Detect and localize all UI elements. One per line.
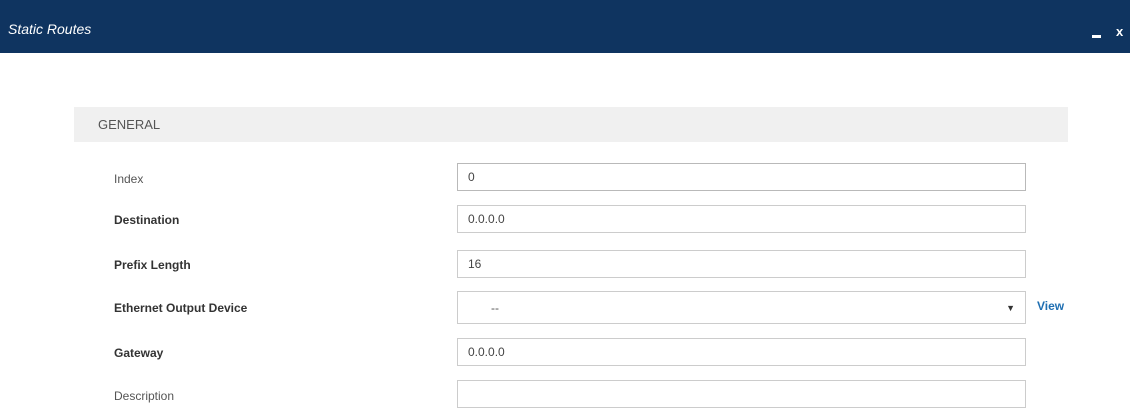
- ethernet-output-device-label: Ethernet Output Device: [114, 301, 248, 315]
- section-title: GENERAL: [98, 117, 161, 132]
- index-input[interactable]: [457, 163, 1026, 191]
- close-button[interactable]: x: [1116, 24, 1123, 40]
- destination-input[interactable]: [457, 205, 1026, 233]
- section-header-general: GENERAL: [74, 107, 1068, 142]
- prefix-length-label: Prefix Length: [114, 258, 191, 272]
- index-label: Index: [114, 172, 144, 186]
- ethernet-output-device-select[interactable]: -- ▼: [457, 291, 1026, 324]
- prefix-length-input[interactable]: [457, 250, 1026, 278]
- ethernet-output-device-value: --: [491, 301, 499, 315]
- chevron-down-icon: ▼: [1006, 303, 1015, 313]
- destination-label: Destination: [114, 213, 180, 227]
- description-input[interactable]: [457, 380, 1026, 408]
- window-title: Static Routes: [8, 21, 92, 37]
- minimize-button[interactable]: [1092, 35, 1101, 38]
- description-label: Description: [114, 389, 175, 403]
- gateway-label: Gateway: [114, 346, 164, 360]
- window-title-bar: Static Routes x: [0, 0, 1130, 53]
- gateway-input[interactable]: [457, 338, 1026, 366]
- view-link[interactable]: View: [1037, 298, 1064, 314]
